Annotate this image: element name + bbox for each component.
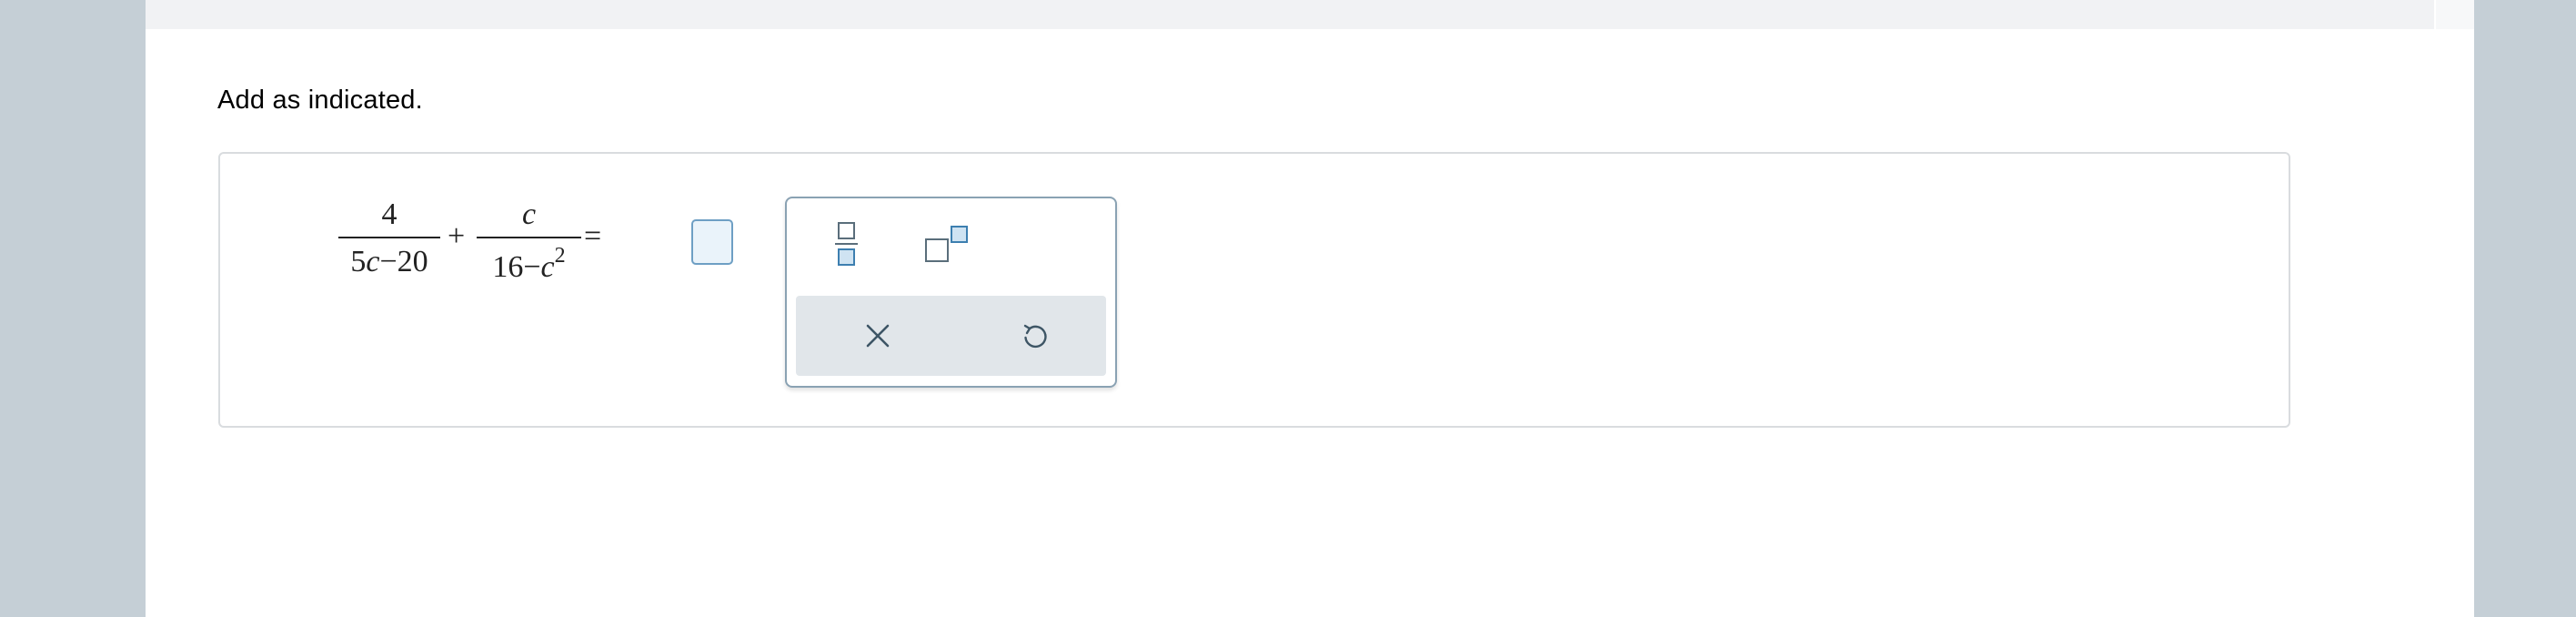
math-palette: [785, 197, 1117, 388]
superscript-template-icon: [925, 226, 968, 262]
fraction-1: 4 5c−20: [338, 197, 440, 288]
fraction-1-denominator: 5c−20: [350, 245, 428, 278]
fraction-1-numerator: 4: [381, 197, 397, 231]
top-strip-end: [2436, 0, 2474, 29]
fraction-2: c 16−c2: [477, 197, 581, 298]
answer-input[interactable]: [691, 219, 733, 265]
fraction-1-bar: [338, 237, 440, 238]
undo-icon: [1023, 324, 1047, 349]
exponent-button[interactable]: [914, 215, 978, 273]
equals-sign: =: [584, 219, 602, 253]
fraction-2-bar: [477, 237, 581, 238]
palette-action-bar: [796, 296, 1106, 376]
clear-button[interactable]: [850, 308, 905, 363]
fraction-button[interactable]: [821, 215, 870, 273]
fraction-template-icon: [835, 222, 858, 266]
close-icon: [866, 324, 890, 348]
assignment-page: Add as indicated. 4 5c−20 + c 16−c2 =: [146, 0, 2474, 617]
question-instruction: Add as indicated.: [217, 86, 423, 115]
top-strip: [146, 0, 2434, 29]
plus-operator: +: [448, 219, 466, 253]
undo-button[interactable]: [1007, 308, 1062, 363]
question-box: 4 5c−20 + c 16−c2 =: [218, 152, 2290, 428]
fraction-2-numerator: c: [521, 197, 537, 231]
fraction-2-denominator: 16−c2: [492, 244, 566, 284]
